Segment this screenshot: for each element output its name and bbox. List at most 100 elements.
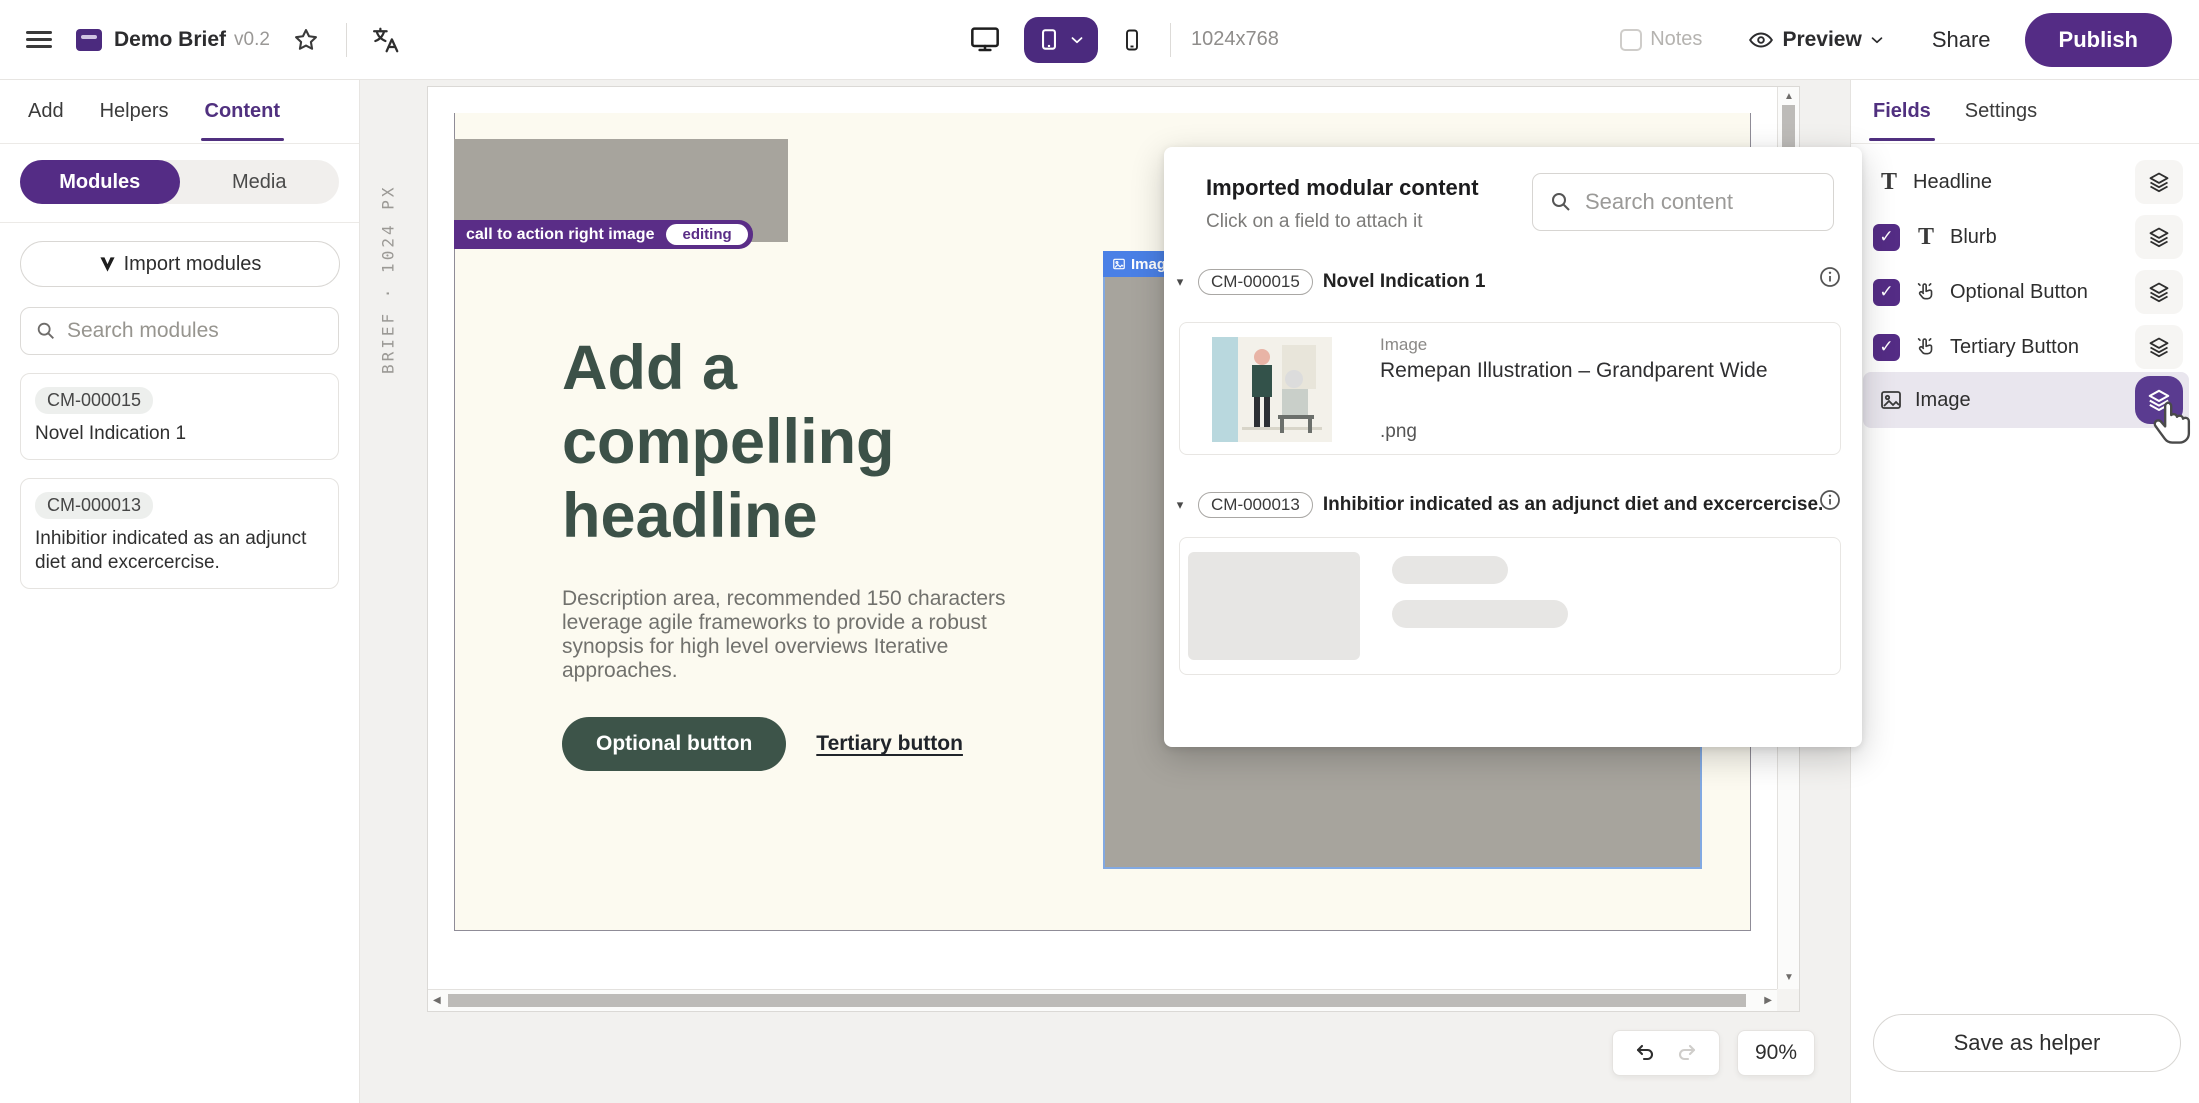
text-field-icon: T (1914, 224, 1938, 251)
field-label: Image (1915, 389, 1971, 412)
import-modules-label: Import modules (124, 253, 262, 276)
search-icon (1549, 190, 1573, 214)
brief-icon (76, 29, 102, 51)
field-checkbox-checked[interactable]: ✓ (1873, 279, 1900, 306)
module-title: Novel Indication 1 (35, 422, 324, 446)
left-panel: Add Helpers Content Modules Media Import… (0, 80, 360, 1103)
star-favorite-icon[interactable] (292, 26, 320, 54)
share-button[interactable]: Share (1932, 27, 1991, 53)
description-text[interactable]: Description area, recommended 150 charac… (562, 587, 1040, 683)
field-row-optional-button[interactable]: ✓ Optional Button (1863, 268, 2189, 316)
tertiary-button[interactable]: Tertiary button (816, 732, 963, 756)
notes-label: Notes (1650, 28, 1702, 51)
module-card[interactable]: CM-000015 Novel Indication 1 (20, 373, 339, 460)
module-title: Inhibitior indicated as an adjunct diet … (35, 527, 324, 575)
zoom-level-label: 90% (1755, 1041, 1797, 1065)
device-mobile-icon[interactable] (1120, 25, 1144, 55)
module-tag-label: call to action right image (466, 226, 654, 244)
info-icon[interactable] (1818, 265, 1842, 289)
module-selection-tag[interactable]: call to action right image editing (454, 220, 753, 249)
optional-button[interactable]: Optional button (562, 717, 786, 771)
attach-layers-button[interactable] (2135, 160, 2183, 204)
field-row-headline[interactable]: T Headline (1863, 158, 2189, 206)
preview-label: Preview (1782, 28, 1861, 52)
field-label: Tertiary Button (1950, 336, 2079, 359)
asset-card-image[interactable]: Image Remepan Illustration – Grandparent… (1179, 322, 1841, 455)
field-row-tertiary-button[interactable]: ✓ Tertiary Button (1863, 323, 2189, 371)
content-group-row[interactable]: ▾ CM-000013 Inhibitior indicated as an a… (1172, 492, 1823, 518)
search-content-input[interactable] (1585, 189, 1817, 215)
horizontal-scrollbar[interactable]: ◀ ▶ (428, 989, 1777, 1011)
chevron-down-icon (1868, 31, 1886, 49)
asset-extension: .png (1380, 421, 1417, 443)
right-panel-tabs: Fields Settings (1851, 80, 2199, 144)
device-desktop-icon[interactable] (968, 24, 1002, 56)
import-modules-button[interactable]: Import modules (20, 241, 340, 287)
chevron-down-icon (1068, 31, 1086, 49)
field-checkbox-checked[interactable]: ✓ (1873, 224, 1900, 251)
preview-button[interactable]: Preview (1748, 27, 1885, 53)
search-icon (35, 320, 57, 342)
attach-layers-button-active[interactable] (2135, 376, 2183, 424)
attach-layers-button[interactable] (2135, 270, 2183, 314)
tab-settings[interactable]: Settings (1965, 100, 2037, 123)
field-label: Blurb (1950, 226, 1997, 249)
device-tablet-toggle[interactable] (1024, 17, 1098, 63)
scrollbar-corner (1777, 989, 1799, 1011)
field-label: Optional Button (1950, 281, 2088, 304)
attach-layers-button[interactable] (2135, 325, 2183, 369)
scroll-left-icon[interactable]: ◀ (433, 996, 441, 1006)
image-icon (1112, 257, 1126, 271)
content-id-badge: CM-000015 (1198, 269, 1313, 295)
disclosure-triangle-icon[interactable]: ▾ (1172, 497, 1188, 513)
imported-content-modal: Imported modular content Click on a fiel… (1164, 147, 1862, 747)
segment-modules[interactable]: Modules (20, 160, 180, 204)
divider (1170, 23, 1171, 57)
search-modules-input[interactable] (67, 319, 324, 343)
tab-fields[interactable]: Fields (1873, 100, 1931, 123)
hamburger-menu-icon[interactable] (26, 27, 52, 52)
skeleton-line (1392, 556, 1508, 584)
scroll-up-icon[interactable]: ▲ (1784, 92, 1794, 102)
editing-badge: editing (666, 224, 747, 245)
tab-helpers[interactable]: Helpers (100, 100, 169, 123)
scroll-right-icon[interactable]: ▶ (1764, 996, 1772, 1006)
app-window: Demo Brief v0.2 (0, 0, 2199, 1103)
tab-content[interactable]: Content (205, 100, 281, 123)
save-as-helper-button[interactable]: Save as helper (1873, 1014, 2181, 1072)
device-tablet-icon (1036, 25, 1062, 55)
button-field-icon (1914, 281, 1938, 304)
translate-icon[interactable] (371, 25, 401, 55)
module-id-badge: CM-000013 (35, 492, 153, 519)
asset-thumbnail (1212, 337, 1332, 442)
asset-card-loading (1179, 537, 1841, 675)
redo-icon[interactable] (1674, 1041, 1698, 1065)
disclosure-triangle-icon[interactable]: ▾ (1172, 274, 1188, 290)
field-row-blurb[interactable]: ✓ T Blurb (1863, 213, 2189, 261)
undo-icon[interactable] (1634, 1041, 1658, 1065)
publish-button[interactable]: Publish (2025, 13, 2172, 67)
search-content-box (1532, 173, 1834, 231)
headline-text[interactable]: Add a compelling headline (562, 331, 992, 553)
horizontal-scroll-thumb[interactable] (448, 994, 1746, 1007)
attach-layers-button[interactable] (2135, 215, 2183, 259)
field-checkbox-checked[interactable]: ✓ (1873, 334, 1900, 361)
tab-add[interactable]: Add (28, 100, 64, 123)
skeleton-line (1392, 600, 1568, 628)
eye-icon (1748, 27, 1774, 53)
scroll-down-icon[interactable]: ▼ (1784, 973, 1794, 983)
field-row-image[interactable]: Image (1863, 372, 2189, 428)
content-group-row[interactable]: ▾ CM-000015 Novel Indication 1 (1172, 269, 1485, 295)
left-panel-tabs: Add Helpers Content (0, 80, 359, 144)
module-id-badge: CM-000015 (35, 387, 153, 414)
brief-title: Demo Brief (114, 28, 226, 52)
info-icon[interactable] (1818, 488, 1842, 512)
content-group-title: Inhibitior indicated as an adjunct diet … (1323, 494, 1824, 516)
segment-media[interactable]: Media (180, 160, 340, 204)
notes-checkbox[interactable] (1620, 29, 1642, 51)
zoom-level-control[interactable]: 90% (1737, 1030, 1815, 1076)
brief-version: v0.2 (234, 29, 270, 51)
right-panel: Fields Settings T Headline ✓ T Blurb ✓ (1850, 80, 2199, 1103)
module-card[interactable]: CM-000013 Inhibitior indicated as an adj… (20, 478, 339, 589)
divider (0, 222, 359, 223)
